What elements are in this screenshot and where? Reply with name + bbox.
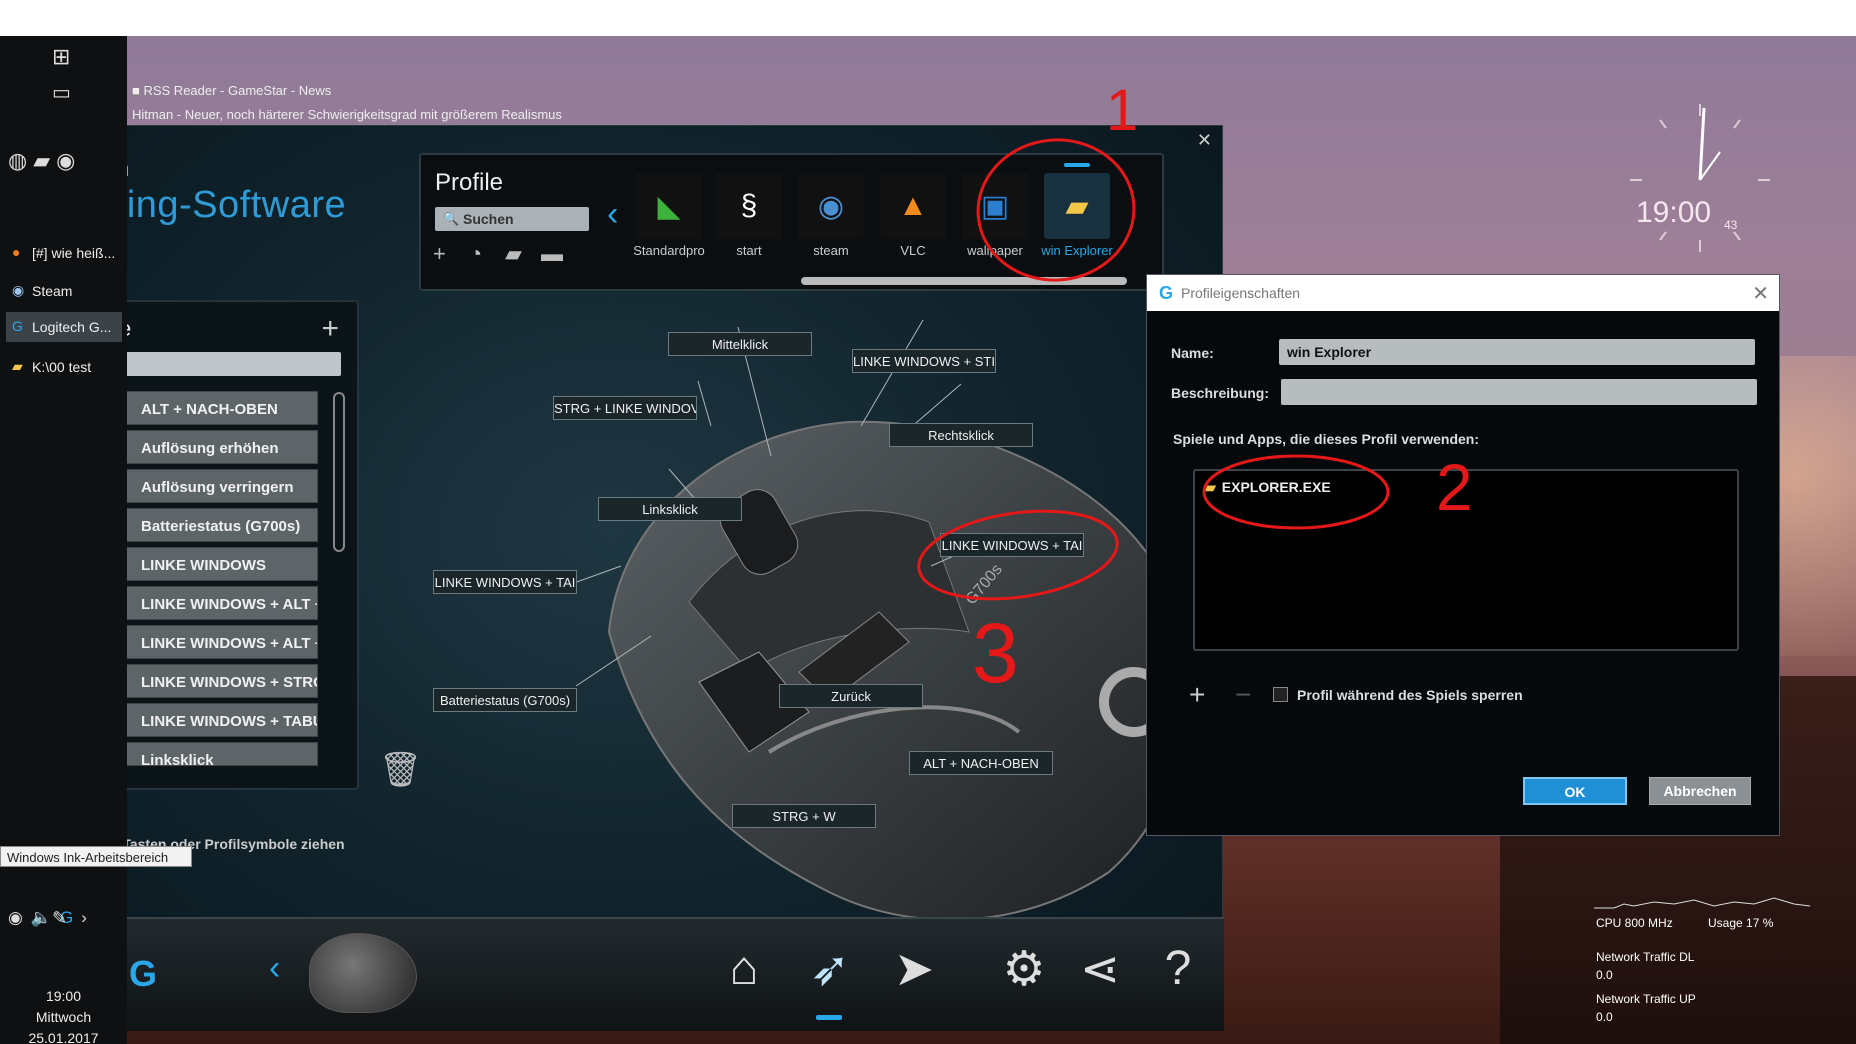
firefox-icon: ● <box>12 244 21 260</box>
cpu-graph <box>1594 897 1810 909</box>
clock-gadget-time: 19:00 <box>1636 196 1712 229</box>
bottom-toolbar: G ‹ ⌂ ➶ ➤ ⚙ ⋖ ? <box>1 917 1224 1031</box>
analog-clock-gadget <box>1630 104 1770 252</box>
customize-buttons-icon[interactable]: ➶ <box>795 941 865 997</box>
list-item-label: Auflösung verringern <box>141 479 294 496</box>
dialog-titlebar: G Profileigenschaften ✕ <box>1147 275 1779 311</box>
clock-time: 19:00 <box>45 988 82 1004</box>
profile-properties-dialog: G Profileigenschaften ✕ Name: win Explorer… <box>1146 274 1780 836</box>
usage-label: Usage 17 % <box>1708 916 1774 930</box>
screen: ■ RSS Reader - GameStar - News Hitman - … <box>0 0 1856 1044</box>
chevron-left-icon[interactable]: ‹ <box>269 949 280 988</box>
clock-gadget-seconds: 43 <box>1724 218 1738 232</box>
rss-headline[interactable]: Hitman - Neuer, noch härterer Schwierigk… <box>132 107 562 122</box>
description-label: Beschreibung: <box>1171 385 1270 401</box>
add-app-icon[interactable]: + <box>1189 679 1205 711</box>
pen-icon[interactable]: ✎ <box>52 908 67 929</box>
net-up-value: 0.0 <box>1596 1010 1613 1024</box>
tooltip: Windows Ink-Arbeitsbereich <box>0 846 192 867</box>
list-item-label: Linksklick <box>141 752 214 766</box>
apps-label: Spiele und Apps, die dieses Profil verwe… <box>1173 431 1479 447</box>
label-win-tab-right[interactable]: LINKE WINDOWS + TAI <box>940 533 1084 557</box>
label-battery[interactable]: Batteriestatus (G700s) <box>433 688 577 712</box>
taskbar-item-label: [#] wie heiß... <box>32 245 116 261</box>
apps-list[interactable]: ▰ EXPLORER.EXE <box>1193 469 1739 651</box>
share-icon[interactable]: ⋖ <box>1065 941 1135 997</box>
active-tab-indicator <box>816 1015 842 1020</box>
label-back[interactable]: Zurück <box>779 684 923 708</box>
steam-tray-icon[interactable]: ◉ <box>8 908 31 927</box>
ok-button[interactable]: OK <box>1523 777 1627 805</box>
lock-profile-checkbox[interactable] <box>1273 687 1288 702</box>
taskbar-clock[interactable]: 19:00 Mittwoch 25.01.2017 <box>0 986 127 1044</box>
list-item-label: ALT + NACH-OBEN <box>141 401 278 418</box>
list-item-label: Auflösung erhöhen <box>141 440 279 457</box>
windows-start-icon[interactable]: ⊞ <box>52 44 70 70</box>
net-up-label: Network Traffic UP <box>1596 992 1696 1006</box>
folder-icon: ▰ <box>1205 479 1216 495</box>
clock-date: 25.01.2017 <box>28 1030 99 1044</box>
list-item[interactable]: ▰ EXPLORER.EXE <box>1205 479 1331 496</box>
name-label: Name: <box>1171 345 1214 361</box>
taskbar-item-label: K:\00 test <box>32 359 92 375</box>
taskbar: ⊞ ▭ ◍▰◉ ● [#] wie heiß... ◉ Steam G Logitec… <box>0 36 127 1044</box>
taskbar-item-logitech[interactable]: G Logitech G... <box>6 312 122 342</box>
taskbar-item-steam[interactable]: ◉ Steam <box>6 276 122 306</box>
logitech-icon: G <box>1159 283 1174 303</box>
description-field[interactable] <box>1281 379 1757 405</box>
label-ctrl-w[interactable]: STRG + W <box>732 804 876 828</box>
list-item-label: LINKE WINDOWS + ALT + NACH <box>141 596 317 613</box>
cpu-label: CPU 800 MHz <box>1596 916 1673 930</box>
pointer-settings-icon[interactable]: ➤ <box>879 941 949 997</box>
rss-title-text: RSS Reader - GameStar - News <box>143 83 332 98</box>
rss-title[interactable]: ■ RSS Reader - GameStar - News <box>132 83 331 98</box>
dialog-title: Profileigenschaften <box>1181 285 1301 301</box>
net-dl-value: 0.0 <box>1596 968 1613 982</box>
taskbar-item-label: Steam <box>32 283 73 299</box>
pinned-icons[interactable]: ◍▰◉ <box>8 148 81 174</box>
taskbar-item-folder[interactable]: ▰ K:\00 test <box>6 352 122 382</box>
remove-app-icon[interactable]: − <box>1235 679 1251 711</box>
task-view-icon[interactable]: ▭ <box>52 80 71 105</box>
close-icon[interactable]: ✕ <box>1752 281 1769 306</box>
home-icon[interactable]: ⌂ <box>709 941 779 996</box>
clock-day: Mittwoch <box>35 1009 92 1025</box>
list-item-label: LINKE WINDOWS + STRG + NAC <box>141 674 317 691</box>
logitech-icon: G <box>12 318 23 334</box>
list-item-label: LINKE WINDOWS + TABULATOI <box>141 713 317 730</box>
list-item-label: LINKE WINDOWS <box>141 557 266 574</box>
label-middle-click[interactable]: Mittelklick <box>668 332 812 356</box>
settings-gear-icon[interactable]: ⚙ <box>989 941 1059 997</box>
app-item-label: EXPLORER.EXE <box>1221 479 1331 495</box>
lock-profile-label: Profil während des Spiels sperren <box>1297 687 1523 703</box>
mouse-device-icon[interactable] <box>309 933 417 1013</box>
folder-icon: ▰ <box>12 358 23 374</box>
label-alt-up[interactable]: ALT + NACH-OBEN <box>909 751 1053 775</box>
logitech-g-logo: G <box>129 953 158 994</box>
label-win-ctrl[interactable]: LINKE WINDOWS + STI <box>852 349 996 373</box>
label-left-click[interactable]: Linksklick <box>598 497 742 521</box>
net-dl-label: Network Traffic DL <box>1596 950 1695 964</box>
list-item-label: LINKE WINDOWS + ALT + NACH <box>141 635 317 652</box>
taskbar-item-label: Logitech G... <box>32 319 112 335</box>
list-item-label: Batteriestatus (G700s) <box>141 518 301 535</box>
chevron-right-icon[interactable]: › <box>81 908 95 927</box>
label-win-tab-left[interactable]: LINKE WINDOWS + TAI <box>433 570 577 594</box>
label-ctrl-win[interactable]: STRG + LINKE WINDOV <box>553 396 697 420</box>
cancel-button[interactable]: Abbrechen <box>1649 777 1751 805</box>
taskbar-item-firefox[interactable]: ● [#] wie heiß... <box>6 238 122 268</box>
name-field[interactable]: win Explorer <box>1279 339 1755 365</box>
help-icon[interactable]: ? <box>1143 941 1213 996</box>
steam-icon: ◉ <box>12 282 25 298</box>
label-right-click[interactable]: Rechtsklick <box>889 423 1033 447</box>
